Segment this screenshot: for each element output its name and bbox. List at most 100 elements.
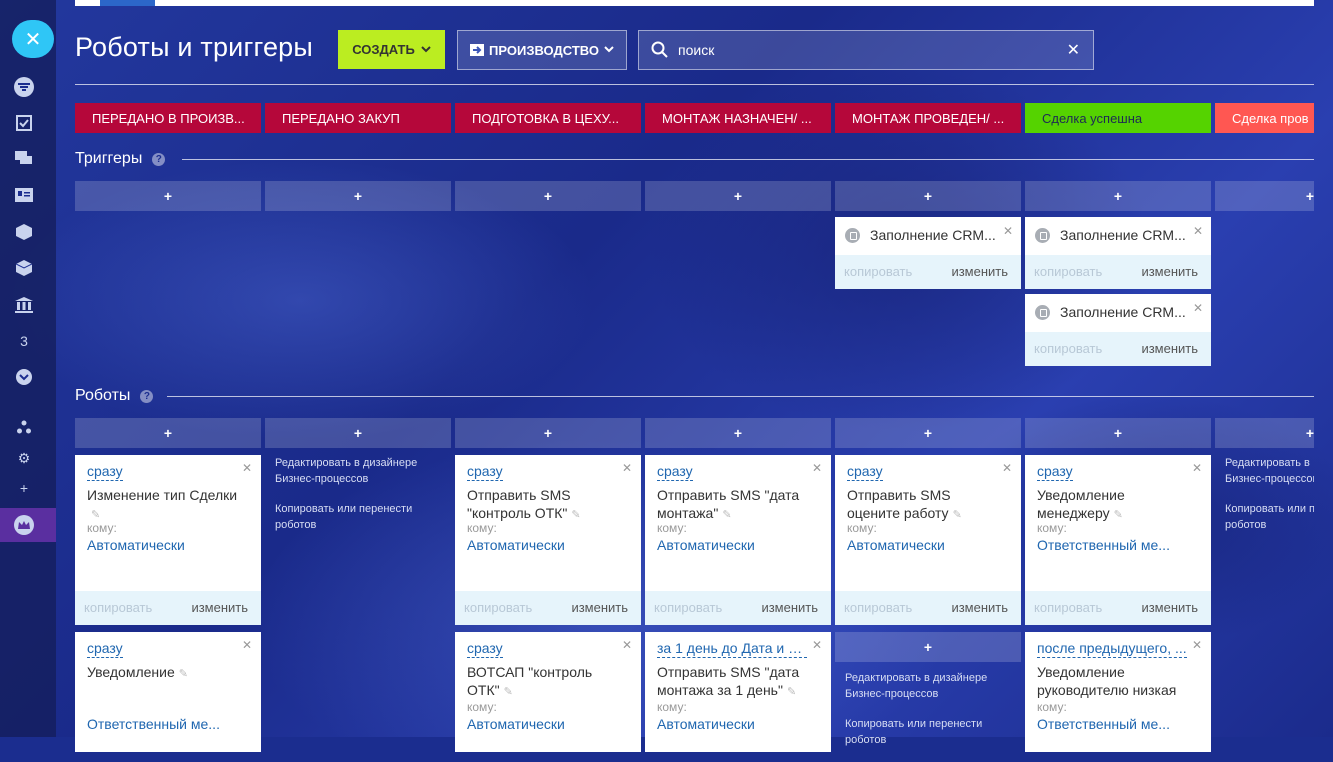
clear-search-icon[interactable]: ✕ — [1067, 40, 1080, 60]
edit-pencil-icon[interactable]: ✎ — [953, 509, 962, 521]
add-trigger-button[interactable]: + — [75, 181, 261, 211]
copy-link[interactable]: копировать — [84, 600, 152, 615]
stage-2[interactable]: ПЕРЕДАНО ЗАКУП — [265, 103, 451, 133]
edit-pencil-icon[interactable]: ✎ — [504, 686, 513, 698]
recipient-value[interactable]: Автоматически — [657, 537, 755, 553]
edit-pencil-icon[interactable]: ✎ — [787, 686, 796, 698]
edit-in-designer-link[interactable]: Редактировать в дизайнере Бизнес-процесс… — [275, 455, 445, 487]
recipient-value[interactable]: Ответственный ме... — [87, 716, 220, 732]
copy-link[interactable]: копировать — [1034, 341, 1102, 356]
stage-6[interactable]: Сделка успешна — [1025, 103, 1211, 133]
robot-card[interactable]: сразу ✕ ВОТСАП "контроль ОТК" ✎ кому: Авт… — [455, 632, 641, 752]
edit-link[interactable]: изменить — [571, 600, 628, 615]
add-trigger-button[interactable]: + — [265, 181, 451, 211]
delete-icon[interactable]: ✕ — [812, 638, 822, 652]
search-input[interactable]: поиск — [678, 42, 714, 58]
copy-link[interactable]: копировать — [1034, 600, 1102, 615]
edit-pencil-icon[interactable]: ✎ — [571, 509, 580, 521]
robot-card[interactable]: сразу ✕ Отправить SMS "контроль ОТК" ✎ ко… — [455, 455, 641, 625]
robot-delay[interactable]: сразу — [87, 463, 123, 481]
add-robot-button[interactable]: + — [455, 418, 641, 448]
add-robot-button[interactable]: + — [835, 418, 1021, 448]
copy-or-move-link[interactable]: Копировать или п роботов — [1225, 501, 1314, 533]
edit-in-designer-link[interactable]: Редактировать в Бизнес-процессов — [1225, 455, 1314, 487]
edit-link[interactable]: изменить — [1141, 600, 1198, 615]
edit-pencil-icon[interactable]: ✎ — [179, 668, 188, 680]
robot-delay[interactable]: после предыдущего, ... — [1037, 640, 1187, 658]
robot-card[interactable]: после предыдущего, ... ✕ Уведомление рук… — [1025, 632, 1211, 752]
delete-icon[interactable]: ✕ — [622, 638, 632, 652]
add-trigger-button[interactable]: + — [1215, 181, 1314, 211]
robot-card[interactable]: сразу ✕ Уведомление менеджеру ✎ кому: Отв… — [1025, 455, 1211, 625]
robot-delay[interactable]: сразу — [657, 463, 693, 481]
trigger-card[interactable]: Заполнение CRM... ✕ копировать изменить — [835, 217, 1021, 289]
trigger-card[interactable]: Заполнение CRM... ✕ копировать изменить — [1025, 217, 1211, 289]
add-trigger-button[interactable]: + — [455, 181, 641, 211]
recipient-value[interactable]: Ответственный ме... — [1037, 537, 1170, 553]
copy-link[interactable]: копировать — [654, 600, 722, 615]
robot-card[interactable]: сразу ✕ Уведомление ✎ Ответственный ме... — [75, 632, 261, 752]
delete-icon[interactable]: ✕ — [1193, 224, 1203, 238]
edit-pencil-icon[interactable]: ✎ — [91, 509, 100, 521]
delete-icon[interactable]: ✕ — [622, 461, 632, 475]
delete-icon[interactable]: ✕ — [1003, 224, 1013, 238]
filter-icon[interactable] — [13, 76, 35, 98]
structure-icon[interactable] — [13, 416, 35, 438]
help-icon[interactable]: ? — [152, 152, 166, 166]
edit-link[interactable]: изменить — [191, 600, 248, 615]
robot-delay[interactable]: сразу — [467, 640, 503, 658]
copy-link[interactable]: копировать — [1034, 264, 1102, 279]
recipient-value[interactable]: Ответственный ме... — [1037, 716, 1170, 732]
plus-icon[interactable]: + — [13, 477, 35, 499]
delete-icon[interactable]: ✕ — [812, 461, 822, 475]
delete-icon[interactable]: ✕ — [1002, 461, 1012, 475]
delete-icon[interactable]: ✕ — [242, 461, 252, 475]
edit-link[interactable]: изменить — [951, 600, 1008, 615]
help-icon[interactable]: ? — [140, 389, 154, 403]
delete-icon[interactable]: ✕ — [1193, 301, 1203, 315]
edit-pencil-icon[interactable]: ✎ — [722, 509, 731, 521]
chat-icon[interactable] — [13, 148, 35, 170]
crown-icon[interactable] — [13, 514, 35, 536]
package-icon[interactable] — [13, 257, 35, 279]
robot-card[interactable]: сразу ✕ Изменение тип Сделки ✎ кому: Авто… — [75, 455, 261, 625]
robot-delay[interactable]: сразу — [847, 463, 883, 481]
search-box[interactable]: поиск ✕ — [638, 30, 1094, 70]
sidebar-counter[interactable]: 3 — [13, 330, 35, 352]
stage-7[interactable]: Сделка пров — [1215, 103, 1314, 133]
recipient-value[interactable]: Автоматически — [657, 716, 755, 732]
tasks-icon[interactable] — [13, 112, 35, 134]
add-robot-button[interactable]: + — [75, 418, 261, 448]
recipient-value[interactable]: Автоматически — [87, 537, 185, 553]
stage-4[interactable]: МОНТАЖ НАЗНАЧЕН/ ... — [645, 103, 831, 133]
stage-5[interactable]: МОНТАЖ ПРОВЕДЕН/ ... — [835, 103, 1021, 133]
edit-link[interactable]: изменить — [951, 264, 1008, 279]
edit-link[interactable]: изменить — [1141, 264, 1198, 279]
recipient-value[interactable]: Автоматически — [467, 537, 565, 553]
add-robot-button[interactable]: + — [1215, 418, 1314, 448]
chevron-down-icon[interactable] — [13, 366, 35, 388]
add-robot-button[interactable]: + — [835, 632, 1021, 662]
pipeline-selector[interactable]: ПРОИЗВОДСТВО — [457, 30, 627, 70]
box-icon[interactable] — [13, 221, 35, 243]
add-trigger-button[interactable]: + — [835, 181, 1021, 211]
robot-card[interactable]: за 1 день до Дата и в... ✕ Отправить SMS… — [645, 632, 831, 752]
edit-link[interactable]: изменить — [1141, 341, 1198, 356]
delete-icon[interactable]: ✕ — [242, 638, 252, 652]
recipient-value[interactable]: Автоматически — [847, 537, 945, 553]
add-robot-button[interactable]: + — [645, 418, 831, 448]
add-robot-button[interactable]: + — [1025, 418, 1211, 448]
delete-icon[interactable]: ✕ — [1192, 461, 1202, 475]
robot-delay[interactable]: сразу — [1037, 463, 1073, 481]
copy-link[interactable]: копировать — [464, 600, 532, 615]
copy-or-move-link[interactable]: Копировать или перенести роботов — [845, 716, 1015, 748]
edit-pencil-icon[interactable]: ✎ — [1114, 509, 1123, 521]
add-trigger-button[interactable]: + — [1025, 181, 1211, 211]
robot-delay[interactable]: сразу — [467, 463, 503, 481]
stage-3[interactable]: ПОДГОТОВКА В ЦЕХУ... — [455, 103, 641, 133]
add-robot-button[interactable]: + — [265, 418, 451, 448]
edit-link[interactable]: изменить — [761, 600, 818, 615]
create-button[interactable]: СОЗДАТЬ — [338, 30, 445, 69]
robot-card[interactable]: сразу ✕ Отправить SMS оцените работу ✎ ко… — [835, 455, 1021, 625]
robot-delay[interactable]: сразу — [87, 640, 123, 658]
